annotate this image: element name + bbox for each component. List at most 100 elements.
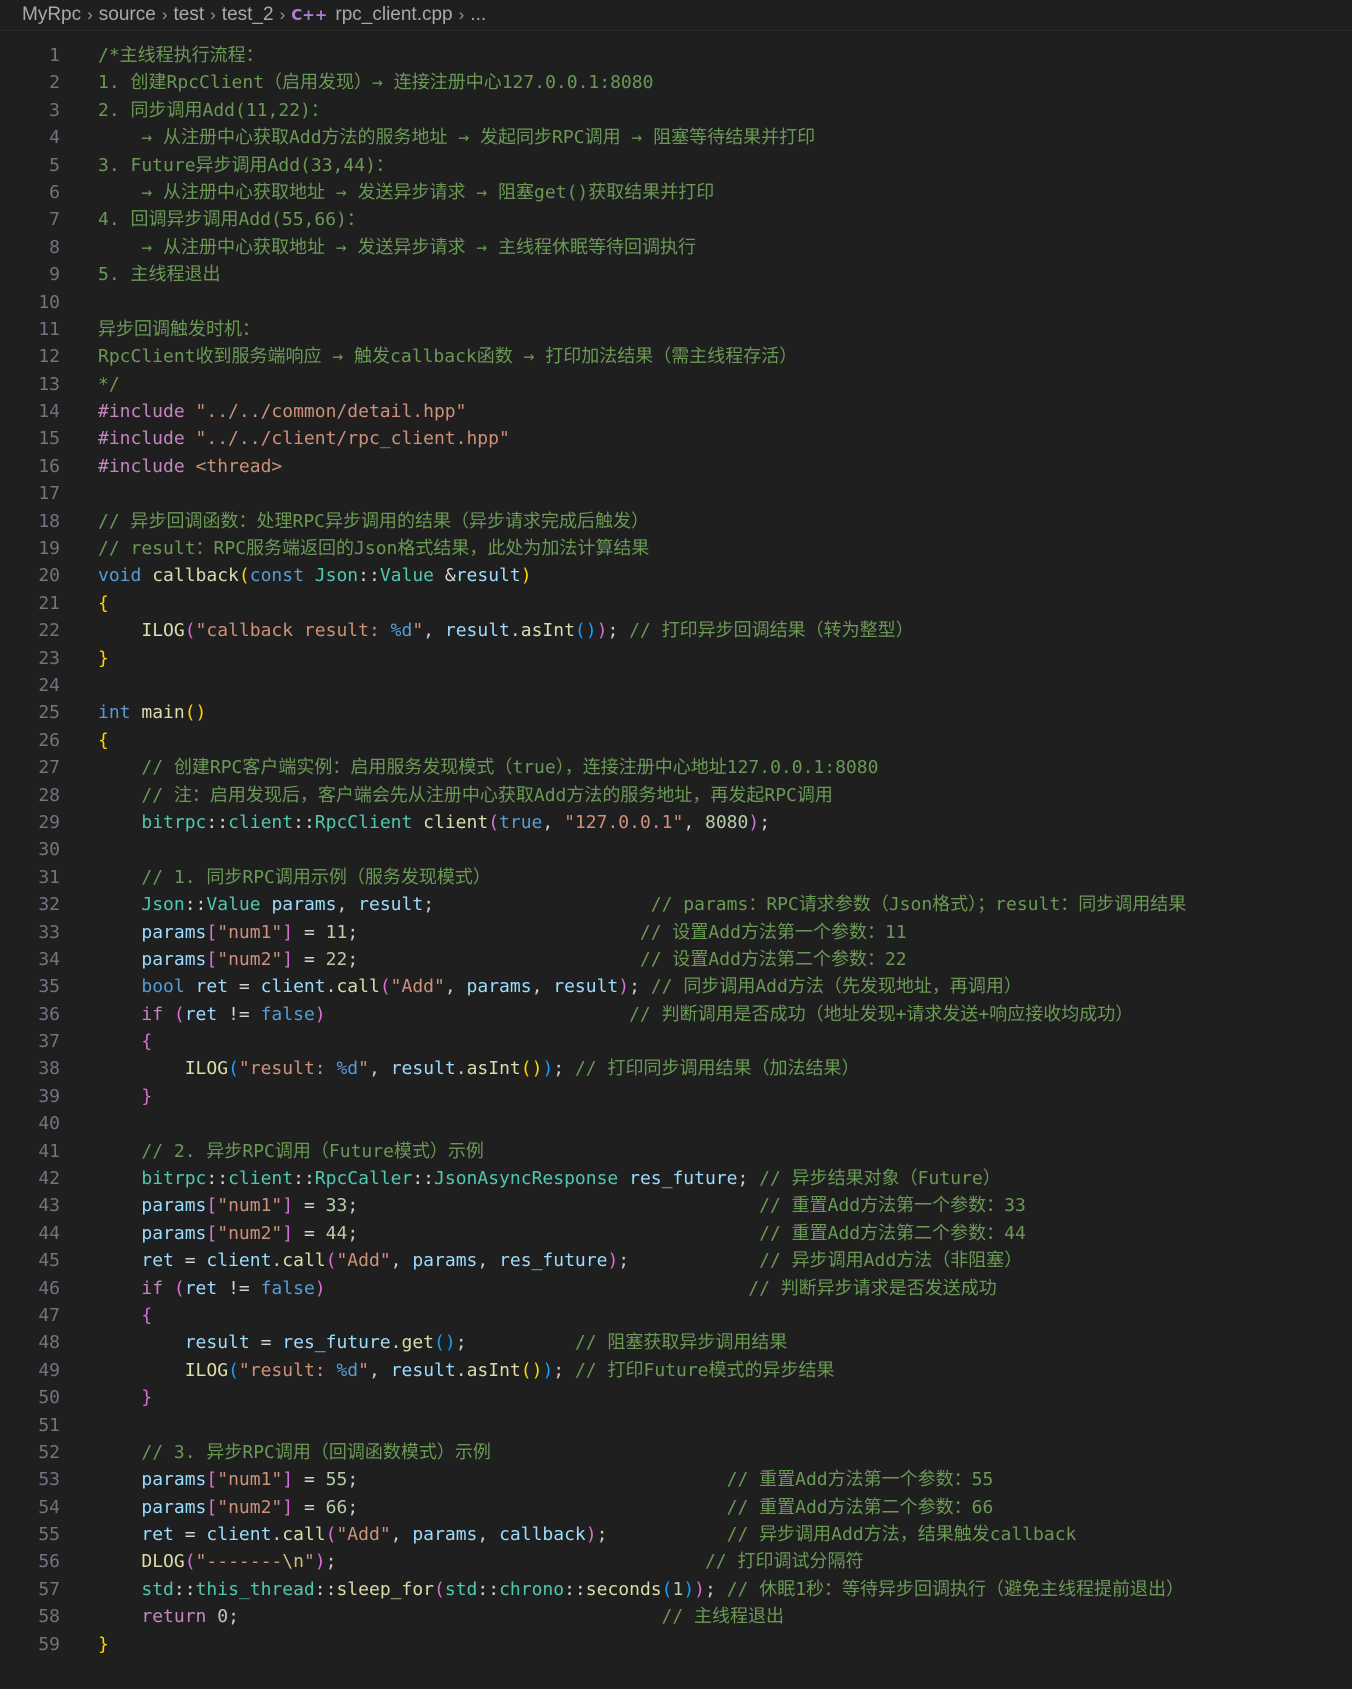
code-line[interactable]: 18 // 异步回调函数：处理RPC异步调用的结果（异步请求完成后触发） <box>0 508 1352 535</box>
code-line[interactable]: 8 → 从注册中心获取地址 → 发送异步请求 → 主线程休眠等待回调执行 <box>0 234 1352 261</box>
code-token: { <box>98 592 109 614</box>
breadcrumb-item-source[interactable]: source <box>99 4 156 26</box>
code-token: Json <box>314 565 359 587</box>
code-line[interactable]: 52 // 3. 异步RPC调用（回调函数模式）示例 <box>0 1439 1352 1466</box>
code-text: } <box>98 1631 109 1658</box>
code-text: → 从注册中心获取地址 → 发送异步请求 → 阻塞get()获取结果并打印 <box>98 179 714 206</box>
code-token: // 异步调用Add方法（非阻塞） <box>759 1250 1023 1272</box>
code-line[interactable]: 33 params["num1"] = 11; // 设置Add方法第一个参数：… <box>0 919 1352 946</box>
code-line[interactable]: 14 #include "../../common/detail.hpp" <box>0 398 1352 425</box>
code-line[interactable]: 24 <box>0 672 1352 699</box>
code-line[interactable]: 19 // result：RPC服务端返回的Json格式结果，此处为加法计算结果 <box>0 535 1352 562</box>
code-line[interactable]: 38 ILOG("result: %d", result.asInt()); /… <box>0 1055 1352 1082</box>
breadcrumb-item-file[interactable]: rpc_client.cpp <box>335 4 452 26</box>
code-line[interactable]: 6 → 从注册中心获取地址 → 发送异步请求 → 阻塞get()获取结果并打印 <box>0 179 1352 206</box>
code-token: res_future <box>499 1250 608 1272</box>
code-token: :: <box>206 811 229 833</box>
code-line[interactable]: 1 /*主线程执行流程： <box>0 42 1352 69</box>
code-line[interactable]: 44 params["num2"] = 44; // 重置Add方法第二个参数：… <box>0 1220 1352 1247</box>
code-token: = <box>173 1524 207 1546</box>
code-line[interactable]: 54 params["num2"] = 66; // 重置Add方法第二个参数：… <box>0 1494 1352 1521</box>
code-line[interactable]: 13 */ <box>0 371 1352 398</box>
code-line[interactable]: 59} <box>0 1631 1352 1658</box>
code-line[interactable]: 34 params["num2"] = 22; // 设置Add方法第二个参数：… <box>0 946 1352 973</box>
code-line[interactable]: 16 #include <thread> <box>0 453 1352 480</box>
code-token: 11 <box>325 921 348 943</box>
code-line[interactable]: 10 <box>0 289 1352 316</box>
code-line[interactable]: 37 { <box>0 1028 1352 1055</box>
code-line[interactable]: 53 params["num1"] = 55; // 重置Add方法第一个参数：… <box>0 1466 1352 1493</box>
code-line[interactable]: 23} <box>0 645 1352 672</box>
code-line[interactable]: 20 void callback(const Json::Value &resul… <box>0 562 1352 589</box>
code-token: ) <box>314 1003 326 1025</box>
code-token: void <box>98 565 153 587</box>
code-line[interactable]: 27 // 创建RPC客户端实例：启用服务发现模式（true），连接注册中心地址… <box>0 754 1352 781</box>
code-text: ret = client.call("Add", params, callbac… <box>98 1521 1076 1548</box>
code-editor[interactable]: 1 /*主线程执行流程： 2 1. 创建RpcClient（启用发现）→ 连接注册中心… <box>0 31 1352 1658</box>
code-token: "result: <box>238 1359 337 1381</box>
code-token: ( <box>325 1524 337 1546</box>
code-line[interactable]: 48 result = res_future.get(); // 阻塞获取异步调… <box>0 1329 1352 1356</box>
code-line[interactable]: 26 { <box>0 727 1352 754</box>
code-token: :: <box>564 1578 586 1600</box>
breadcrumb-item-test-2[interactable]: test_2 <box>222 4 274 26</box>
code-token: = <box>293 921 326 943</box>
code-token: params <box>141 1496 207 1518</box>
line-number: 29 <box>38 811 60 833</box>
code-line[interactable]: 41 // 2. 异步RPC调用（Future模式）示例 <box>0 1138 1352 1165</box>
code-line[interactable]: 40 <box>0 1110 1352 1137</box>
code-line[interactable]: 49 ILOG("result: %d", result.asInt()); /… <box>0 1357 1352 1384</box>
code-line[interactable]: 29 bitrpc::client::RpcClient client(true… <box>0 809 1352 836</box>
code-line[interactable]: 3 2. 同步调用Add(11,22)： <box>0 97 1352 124</box>
breadcrumb: MyRpc › source › test › test_2 › C++ rpc… <box>0 0 1352 31</box>
code-line[interactable]: 2 1. 创建RpcClient（启用发现）→ 连接注册中心127.0.0.1:8… <box>0 69 1352 96</box>
code-line[interactable]: 17 <box>0 480 1352 507</box>
code-line[interactable]: 58 return 0; // 主线程退出 <box>0 1603 1352 1630</box>
code-token: ] <box>282 1195 294 1217</box>
code-line[interactable]: 50 } <box>0 1384 1352 1411</box>
code-text: 4. 回调异步调用Add(55,66)： <box>98 206 365 233</box>
code-line[interactable]: 35 bool ret = client.call("Add", params,… <box>0 973 1352 1000</box>
code-line[interactable]: 21 { <box>0 590 1352 617</box>
code-line[interactable]: 56 DLOG("-------\n"); // 打印调试分隔符 <box>0 1548 1352 1575</box>
code-token: DLOG <box>141 1551 185 1573</box>
code-text: 2. 同步调用Add(11,22)： <box>98 97 329 124</box>
breadcrumb-item-test[interactable]: test <box>174 4 205 26</box>
code-text: return 0; // 主线程退出 <box>98 1603 784 1630</box>
code-line[interactable]: 28 // 注：启用发现后，客户端会先从注册中心获取Add方法的服务地址，再发起… <box>0 782 1352 809</box>
code-line[interactable]: 25 int main() <box>0 699 1352 726</box>
code-line[interactable]: 15 #include "../../client/rpc_client.hpp" <box>0 425 1352 452</box>
code-line[interactable]: 31 // 1. 同步RPC调用示例（服务发现模式） <box>0 864 1352 891</box>
code-line[interactable]: 32 Json::Value params, result; // params… <box>0 891 1352 918</box>
code-line[interactable]: 46 if (ret != false) // 判断异步请求是否发送成功 <box>0 1275 1352 1302</box>
code-line[interactable]: 51 <box>0 1412 1352 1439</box>
code-line[interactable]: 30 <box>0 836 1352 863</box>
code-line[interactable]: 12 RpcClient收到服务端响应 → 触发callback函数 → 打印加法… <box>0 343 1352 370</box>
code-line[interactable]: 45 ret = client.call("Add", params, res_… <box>0 1247 1352 1274</box>
code-line[interactable]: 39 } <box>0 1083 1352 1110</box>
breadcrumb-item-symbols[interactable]: ... <box>470 4 486 26</box>
code-line[interactable]: 4 → 从注册中心获取Add方法的服务地址 → 发起同步RPC调用 → 阻塞等待… <box>0 124 1352 151</box>
code-token: [ <box>206 1496 218 1518</box>
code-line[interactable]: 42 bitrpc::client::RpcCaller::JsonAsyncR… <box>0 1165 1352 1192</box>
line-number: 59 <box>38 1633 60 1655</box>
code-token: = <box>293 1222 326 1244</box>
code-line[interactable]: 36 if (ret != false) // 判断调用是否成功（地址发现+请求… <box>0 1001 1352 1028</box>
code-line[interactable]: 43 params["num1"] = 33; // 重置Add方法第一个参数：… <box>0 1192 1352 1219</box>
code-token: ret <box>141 1250 174 1272</box>
code-line[interactable]: 55 ret = client.call("Add", params, call… <box>0 1521 1352 1548</box>
code-token: ) <box>694 1578 706 1600</box>
code-line[interactable]: 5 3. Future异步调用Add(33,44)： <box>0 152 1352 179</box>
breadcrumb-item-myrpc[interactable]: MyRpc <box>22 4 81 26</box>
code-line[interactable]: 22 ILOG("callback result: %d", result.as… <box>0 617 1352 644</box>
code-line[interactable]: 7 4. 回调异步调用Add(55,66)： <box>0 206 1352 233</box>
code-line[interactable]: 9 5. 主线程退出 <box>0 261 1352 288</box>
code-token: "Add" <box>336 1250 391 1272</box>
code-line[interactable]: 11 异步回调触发时机： <box>0 316 1352 343</box>
code-line[interactable]: 57 std::this_thread::sleep_for(std::chro… <box>0 1576 1352 1603</box>
line-number: 20 <box>38 565 60 587</box>
code-line[interactable]: 47 { <box>0 1302 1352 1329</box>
